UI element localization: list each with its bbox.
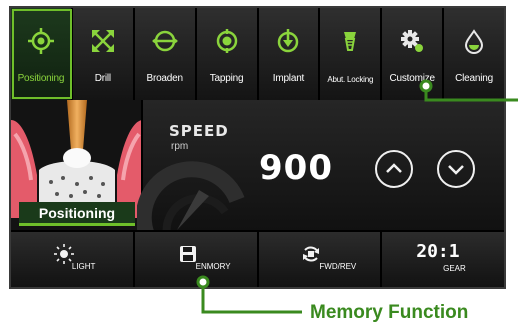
implant-icon (278, 29, 299, 53)
speed-gauge-icon (137, 161, 245, 238)
floppy-disk-icon (179, 246, 196, 262)
main-panel: Positioning SPEED rpm 900 (11, 100, 504, 238)
mode-positioning-label: Positioning (17, 73, 65, 84)
gear-ratio-button[interactable]: 20:1 GEAR (382, 232, 504, 287)
droplet-icon (465, 29, 484, 54)
gear-ratio-value: 20:1 (416, 241, 460, 262)
expand-arrows-icon (91, 30, 114, 52)
mode-customize-label: Customize (389, 73, 435, 84)
gear-icon (401, 30, 424, 52)
broaden-icon (151, 30, 178, 52)
speed-value: 900 (259, 148, 333, 188)
bottom-bar: LIGHT ENMORY FWD/REV 20:1 GEAR (11, 230, 504, 287)
mode-tapping-label: Tapping (209, 73, 244, 84)
mode-implant-button[interactable]: Implant (258, 8, 321, 100)
mode-broaden-label: Broaden (146, 73, 183, 84)
memory-button[interactable]: ENMORY (134, 232, 259, 287)
chevron-down-icon (448, 165, 464, 175)
mode-abut-locking-button[interactable]: Abut. Locking (320, 8, 383, 100)
light-label: LIGHT (71, 262, 96, 271)
memory-label: ENMORY (195, 262, 231, 271)
gear-label: GEAR (443, 264, 466, 273)
speed-unit: rpm (171, 141, 189, 152)
tapping-icon (216, 29, 237, 53)
mode-tapping-button[interactable]: Tapping (196, 8, 259, 100)
fwd-rev-button[interactable]: FWD/REV (258, 232, 383, 287)
mode-drill-label: Drill (94, 73, 111, 84)
mode-bar: Positioning Drill Broaden Tapping Implan… (11, 8, 504, 100)
light-button[interactable]: LIGHT (11, 232, 135, 287)
mode-broaden-button[interactable]: Broaden (134, 8, 197, 100)
handpiece-illustration: Positioning (11, 100, 143, 230)
device-screen: Positioning Drill Broaden Tapping Implan… (9, 6, 506, 289)
rotation-direction-icon (303, 246, 320, 262)
mode-customize-button[interactable]: Customize (382, 8, 445, 100)
speed-up-button[interactable] (375, 150, 413, 188)
mode-drill-button[interactable]: Drill (72, 8, 135, 100)
mode-positioning-button[interactable]: Positioning (11, 8, 73, 100)
abutment-icon (344, 32, 357, 51)
speed-title: SPEED (169, 122, 229, 140)
target-icon (27, 28, 54, 54)
active-mode-label: Positioning (19, 202, 135, 226)
sun-icon (53, 244, 74, 264)
chevron-up-icon (386, 163, 402, 173)
mode-abut-locking-label: Abut. Locking (327, 75, 374, 84)
mode-cleaning-button[interactable]: Cleaning (444, 8, 504, 100)
fwd-rev-label: FWD/REV (319, 262, 357, 271)
speed-down-button[interactable] (437, 150, 475, 188)
memory-function-callout: Memory Function (310, 302, 469, 323)
speed-panel: SPEED rpm 900 (137, 100, 504, 238)
mode-implant-label: Implant (272, 73, 305, 84)
mode-cleaning-label: Cleaning (455, 73, 493, 84)
